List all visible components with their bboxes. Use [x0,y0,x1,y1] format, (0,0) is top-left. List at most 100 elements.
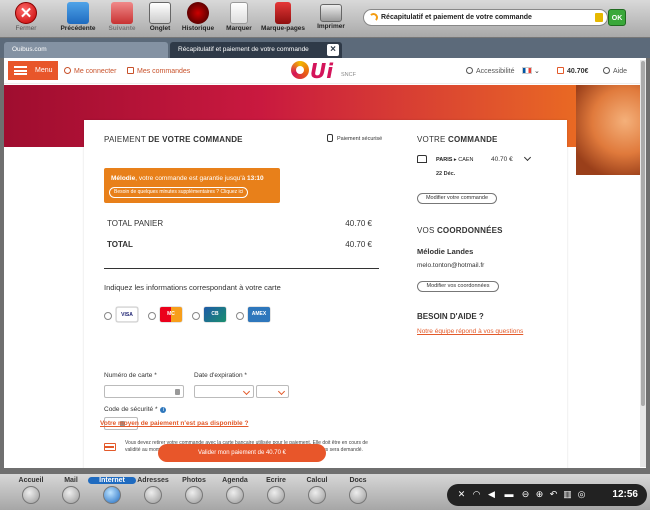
card-number-input[interactable] [104,385,184,398]
chevron-down-icon [242,387,251,396]
calendar-icon [226,486,244,504]
trash-icon[interactable]: ▥ [562,489,573,500]
help-icon [603,67,610,74]
cart-icon [557,67,564,74]
wifi-icon[interactable]: ◠ [471,489,482,500]
hero-image [576,85,646,175]
page-scrollbar[interactable] [640,60,646,467]
mail-icon [62,486,80,504]
tools-icon[interactable]: ✕ [456,489,467,500]
modify-coords-button[interactable]: Modifier vos coordonnées [417,281,499,292]
cb-logo: CB [204,307,226,322]
bookmarks-icon [275,2,291,24]
help-label: Aide [613,68,628,75]
url-text: Récapitulatif et paiement de votre comma… [381,14,532,21]
undo-icon[interactable]: ↶ [548,489,559,500]
coords-title-bold: COORDONNÉES [436,226,503,235]
payment-title-bold: DE VOTRE COMMANDE [148,135,243,144]
france-flag-icon [522,67,532,74]
web-page: Menu Me connecter Mes commandes Ui SNCF … [4,58,646,468]
customer-name: Mélodie Landes [417,247,474,256]
logo-text: Ui [310,59,334,83]
secure-payment-badge: Paiement sécurisé [327,134,382,142]
lock-icon [595,13,603,22]
extend-time-button[interactable]: Besoin de quelques minutes supplémentair… [109,187,249,198]
new-tab-icon [149,2,171,24]
chevron-down-icon [277,387,286,396]
hero-background: PAIEMENT DE VOTRE COMMANDE Paiement sécu… [4,85,646,468]
visa-logo: VISA [116,307,138,322]
tab-label: Ouibus.com [12,46,47,53]
trip-date: 22 Déc. [436,171,456,177]
forward-arrow-icon [111,2,133,24]
payment-title: PAIEMENT DE VOTRE COMMANDE [104,135,243,144]
scrollbar-thumb[interactable] [641,61,645,406]
orders-link[interactable]: Mes commandes [127,67,190,75]
close-button[interactable]: ✕ Fermer [4,2,48,32]
lock-icon [175,389,180,395]
trip-summary[interactable]: PARIS ▸ CAEN 40.70 € 22 Déc. [417,153,537,181]
volume-icon[interactable]: ◀ [486,489,497,500]
timer-time: 13:10 [247,175,264,182]
print-button[interactable]: Imprimer [305,2,357,30]
modify-order-button[interactable]: Modifier votre commande [417,193,497,204]
language-select[interactable]: ⌄ [522,67,540,75]
tab-ouibus[interactable]: Ouibus.com [4,42,168,58]
padlock-icon [327,134,333,142]
orders-icon [127,67,134,74]
trip-from: PARIS [436,157,453,163]
total-value: 40.70 € [345,240,372,249]
ouisncf-logo[interactable]: Ui SNCF [291,60,371,82]
timer-name: Mélodie [111,175,136,182]
help-title: BESOIN D'AIDE ? [417,312,484,321]
dock-docs[interactable]: Docs [334,477,382,504]
hamburger-icon [14,66,27,75]
help-link[interactable]: Notre équipe répond à vos questions [417,328,523,335]
mastercard-logo: MC [160,307,182,322]
tab-label: Récapitulatif et paiement de votre comma… [178,46,309,53]
eye-icon [466,67,473,74]
cart-link[interactable]: 40.70€ [557,67,588,75]
zoom-in-icon[interactable]: ⊕ [534,489,545,500]
expiry-year-select[interactable] [256,385,289,398]
bookmarks-button[interactable]: Marque-pages [257,2,309,32]
menu-button[interactable]: Menu [8,61,58,80]
write-icon [267,486,285,504]
url-bar[interactable]: Récapitulatif et paiement de votre comma… [363,9,608,26]
total-row: TOTAL 40.70 € [107,240,372,249]
tab-recap[interactable]: Récapitulatif et paiement de votre comma… [170,42,342,58]
timer-message: Mélodie, votre commande est garantie jus… [111,175,264,182]
radio-button[interactable] [236,312,244,320]
radio-button[interactable] [192,312,200,320]
expiry-month-select[interactable] [194,385,254,398]
bookmark-icon [230,2,248,24]
browser-toolbar: ✕ Fermer Précédente Suivante Onglet Hist… [0,0,650,38]
orders-label: Mes commandes [137,68,191,75]
other-payment-link[interactable]: Votre moyen de paiement n'est pas dispon… [100,420,248,427]
chevron-down-icon[interactable] [523,153,532,162]
dock-label: Docs [349,477,367,484]
radio-button[interactable] [104,312,112,320]
radio-button[interactable] [148,312,156,320]
battery-icon: ▬ [504,489,514,499]
history-icon [187,2,209,24]
total-cart-label: TOTAL PANIER [107,219,164,228]
feed-icon [369,13,378,22]
login-link[interactable]: Me connecter [64,67,116,75]
logo-o-mark [291,61,309,79]
close-tab-icon[interactable]: × [327,44,339,56]
go-button[interactable]: OK [608,9,626,26]
trip-price: 40.70 € [491,156,513,163]
validate-payment-button[interactable]: Valider mon paiement de 40.70 € [158,444,326,462]
amex-logo: AMEX [248,307,270,322]
menu-label: Menu [35,67,53,74]
bookmarks-label: Marque-pages [260,25,306,32]
help-icon[interactable]: ◎ [576,489,587,500]
info-icon[interactable]: i [160,407,167,413]
accessibility-link[interactable]: Accessibilité [466,67,515,75]
close-icon: ✕ [15,2,37,24]
credit-card-icon [104,443,116,451]
help-link-header[interactable]: Aide [603,67,627,75]
zoom-out-icon[interactable]: ⊖ [520,489,531,500]
trip-route: PARIS ▸ CAEN [436,157,474,163]
